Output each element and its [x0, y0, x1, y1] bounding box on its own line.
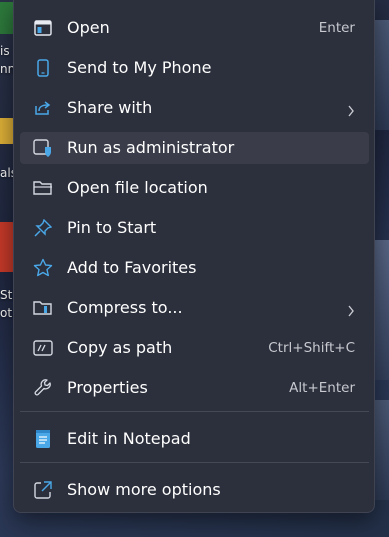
menu-item-label: Share with: [67, 98, 153, 117]
pin-icon: [33, 218, 53, 238]
menu-item-label: Run as administrator: [67, 138, 235, 157]
menu-item-label: Send to My Phone: [67, 58, 212, 77]
menu-item-add-to-favorites[interactable]: Add to Favorites: [20, 252, 369, 284]
menu-item-send-to-phone[interactable]: Send to My Phone: [20, 52, 369, 84]
menu-item-properties[interactable]: Properties Alt+Enter: [20, 372, 369, 404]
menu-item-label: Pin to Start: [67, 218, 157, 237]
menu-item-label: Copy as path: [67, 338, 173, 357]
menu-item-label: Edit in Notepad: [67, 429, 191, 448]
shortcut-text: Enter: [318, 20, 355, 36]
star-icon: [33, 258, 53, 278]
shortcut-text: Alt+Enter: [289, 380, 355, 396]
external-icon: [33, 480, 53, 500]
menu-item-label: Open file location: [67, 178, 208, 197]
folder-icon: [33, 178, 53, 198]
context-menu: Open Enter Send to My Phone Share with R…: [13, 0, 375, 513]
menu-separator: [20, 462, 369, 463]
menu-item-pin-to-start[interactable]: Pin to Start: [20, 212, 369, 244]
notepad-icon: [33, 429, 53, 449]
menu-separator: [20, 411, 369, 412]
share-icon: [33, 98, 53, 118]
wrench-icon: [33, 378, 53, 398]
menu-item-share-with[interactable]: Share with: [20, 92, 369, 124]
menu-item-open[interactable]: Open Enter: [20, 12, 369, 44]
menu-item-label: Open: [67, 18, 110, 37]
menu-item-show-more-options[interactable]: Show more options: [20, 474, 369, 506]
shield-icon: [33, 138, 53, 158]
menu-item-edit-in-notepad[interactable]: Edit in Notepad: [20, 423, 369, 455]
menu-item-label: Compress to...: [67, 298, 183, 317]
menu-item-label: Properties: [67, 378, 148, 397]
copy-path-icon: [33, 338, 53, 358]
app-window-icon: [33, 18, 53, 38]
menu-item-label: Show more options: [67, 480, 221, 499]
chevron-right-icon: [347, 102, 355, 121]
menu-item-copy-as-path[interactable]: Copy as path Ctrl+Shift+C: [20, 332, 369, 364]
menu-item-open-file-location[interactable]: Open file location: [20, 172, 369, 204]
shortcut-text: Ctrl+Shift+C: [268, 340, 355, 356]
phone-icon: [33, 58, 53, 78]
zip-icon: [33, 298, 53, 318]
menu-item-label: Add to Favorites: [67, 258, 197, 277]
menu-item-run-as-admin[interactable]: Run as administrator: [20, 132, 369, 164]
menu-item-compress-to[interactable]: Compress to...: [20, 292, 369, 324]
chevron-right-icon: [347, 302, 355, 321]
